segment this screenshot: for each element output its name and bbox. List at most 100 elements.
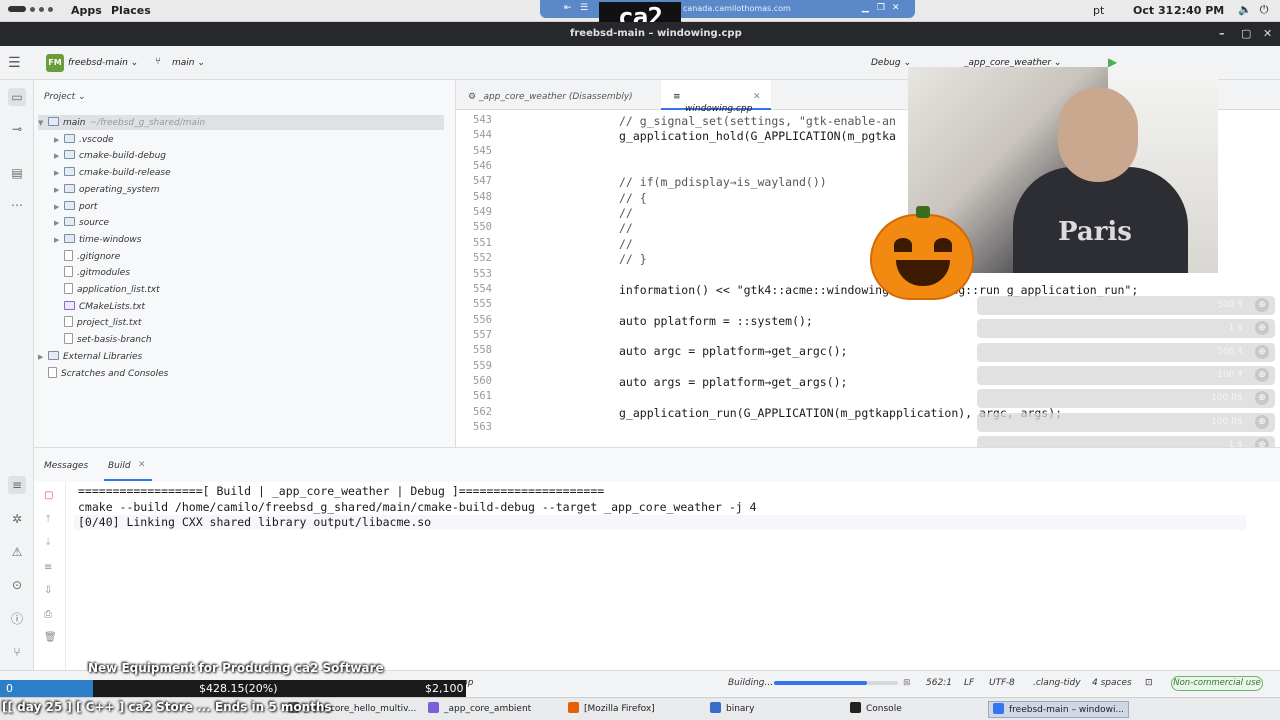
code-line[interactable]: g_application_hold(G_APPLICATION(m_pgtka (619, 129, 896, 143)
clock[interactable]: 2:40 PM (1174, 4, 1224, 17)
chevron-right-icon[interactable]: ▶ (54, 182, 64, 198)
tree-item-label: set-basis-branch (77, 335, 152, 346)
code-line[interactable]: auto argc = pplatform→get_argc(); (619, 344, 847, 358)
taskbar-item[interactable]: binary (710, 701, 754, 718)
project-panel-header[interactable]: Project ⌄ (44, 92, 86, 102)
tree-item[interactable]: .gitmodules (54, 265, 130, 281)
pin-icon[interactable]: ⇤ (564, 3, 572, 13)
tree-item[interactable]: ▶ port (54, 199, 97, 215)
minimize-icon[interactable]: ▁ (862, 3, 869, 13)
chevron-down-icon[interactable]: ▼ (38, 115, 48, 131)
close-tab-icon[interactable]: ✕ (753, 92, 761, 102)
tree-item[interactable]: ▶ cmake-build-release (54, 165, 171, 181)
hamburger-menu-icon[interactable]: ☰ (8, 55, 21, 71)
close-icon[interactable]: ✕ (1263, 27, 1272, 40)
tree-item[interactable]: ▶ time-windows (54, 232, 141, 248)
minimize-icon[interactable]: – (1219, 27, 1225, 40)
info-tool-icon[interactable]: ⓘ (8, 610, 26, 628)
chevron-right-icon[interactable]: ▶ (54, 148, 64, 164)
caret-position[interactable]: 562:1 (926, 678, 952, 688)
tree-item[interactable]: set-basis-branch (54, 332, 152, 348)
project-selector[interactable]: freebsd-main ⌄ (68, 58, 138, 68)
git-tool-icon[interactable]: ⑂ (8, 643, 26, 661)
code-line[interactable]: // if(m_pdisplay→is_wayland()) (619, 175, 827, 189)
lock-icon[interactable]: ⊡ (1145, 678, 1153, 688)
messages-tool-icon[interactable]: ≡ (8, 476, 26, 494)
chevron-right-icon[interactable]: ▶ (38, 349, 48, 365)
tree-item[interactable]: ▶ source (54, 215, 109, 231)
tree-item[interactable]: CMakeLists.txt (54, 299, 145, 315)
tab-disassembly[interactable]: ⚙ _app_core_weather (Disassembly) (468, 92, 633, 102)
structure-tool-icon[interactable]: ▤ (8, 164, 26, 182)
building-label[interactable]: Building... (728, 678, 773, 688)
down-icon[interactable]: ↓ (44, 537, 52, 548)
code-line[interactable]: // } (619, 252, 647, 266)
chevron-right-icon[interactable]: ▶ (54, 132, 64, 148)
system-tray[interactable]: 🔈 ⏻ (1238, 3, 1268, 17)
taskbar-item[interactable]: _app_core_ambient (428, 701, 531, 718)
print-icon[interactable]: ⎙ (44, 609, 52, 620)
workspace-indicator[interactable] (8, 6, 53, 12)
places-menu[interactable]: Places (111, 4, 151, 17)
up-icon[interactable]: ↑ (44, 514, 52, 525)
problems-tool-icon[interactable]: ⚠ (8, 543, 26, 561)
taskbar-item[interactable]: [Mozilla Firefox] (568, 701, 655, 718)
line-separator[interactable]: LF (964, 678, 974, 688)
tab-windowing-cpp[interactable]: ≡ windowing.cpp ✕ (661, 80, 771, 114)
chevron-right-icon[interactable]: ▶ (54, 215, 64, 231)
remote-host-label: canada.camilothomas.com (683, 4, 791, 13)
commit-tool-icon[interactable]: ⊸ (8, 120, 26, 138)
project-tool-icon[interactable]: ▭ (8, 88, 26, 106)
file-encoding[interactable]: UTF-8 (989, 678, 1015, 688)
tab-messages[interactable]: Messages (44, 461, 88, 471)
power-icon[interactable]: ⏻ (1260, 3, 1269, 17)
tree-item[interactable]: ▶ operating_system (54, 182, 159, 198)
chevron-right-icon[interactable]: ▶ (54, 165, 64, 181)
code-line[interactable]: // (619, 221, 633, 235)
date-label[interactable]: Oct 31 (1133, 4, 1173, 17)
taskbar-item[interactable]: freebsd-main – windowi... (988, 701, 1130, 718)
tree-item[interactable]: ▼ main ~/freebsd_g_shared/main (38, 115, 205, 131)
close-build-tab-icon[interactable]: ✕ (138, 460, 146, 470)
donation-amount: 1 $ (1228, 323, 1243, 334)
stop-icon[interactable]: ▢ (44, 490, 53, 501)
code-line[interactable]: auto pplatform = ::system(); (619, 314, 813, 328)
license-badge[interactable]: Non-commercial use (1171, 676, 1263, 691)
maximize-icon[interactable]: ▢ (1241, 27, 1251, 40)
linter-status[interactable]: .clang-tidy (1033, 678, 1081, 688)
close-icon[interactable]: ✕ (892, 3, 900, 13)
build-output[interactable]: ==================[ Build | _app_core_we… (78, 484, 757, 531)
code-line[interactable]: auto args = pplatform→get_args(); (619, 375, 847, 389)
debug-tool-icon[interactable]: ✲ (8, 510, 26, 528)
tree-item[interactable]: application_list.txt (54, 282, 160, 298)
tree-item[interactable]: ▶ cmake-build-debug (54, 148, 166, 164)
line-number: 561 (473, 390, 492, 403)
tree-item[interactable]: .gitignore (54, 249, 120, 265)
tree-item[interactable]: ▶ .vscode (54, 132, 114, 148)
code-line[interactable]: // g_signal_set(settings, "gtk-enable-an (619, 114, 896, 128)
restore-icon[interactable]: ❐ (877, 3, 885, 13)
tree-item[interactable]: Scratches and Consoles (38, 366, 168, 382)
tab-build[interactable]: Build (108, 461, 131, 471)
indent-setting[interactable]: 4 spaces (1092, 678, 1132, 688)
more-tools-icon[interactable]: ⋯ (8, 196, 26, 214)
tree-item[interactable]: ▶ External Libraries (38, 349, 142, 365)
keyboard-layout[interactable]: pt (1093, 4, 1104, 17)
soft-wrap-icon[interactable]: ≡ (44, 562, 52, 573)
trash-icon[interactable]: 🗑 (44, 632, 57, 643)
volume-icon[interactable]: 🔈 (1238, 3, 1252, 17)
cancel-build-icon[interactable]: ⊠ (903, 678, 911, 688)
branch-selector[interactable]: main ⌄ (172, 58, 205, 68)
code-line[interactable]: // (619, 237, 633, 251)
scroll-to-end-icon[interactable]: ⇩ (44, 585, 52, 596)
menu-icon[interactable]: ☰ (580, 3, 588, 13)
services-tool-icon[interactable]: ⊙ (8, 576, 26, 594)
code-line[interactable]: // (619, 206, 633, 220)
tree-item[interactable]: project_list.txt (54, 315, 141, 331)
apps-menu[interactable]: Apps (71, 4, 102, 17)
build-config-selector[interactable]: Debug ⌄ (871, 58, 911, 68)
taskbar-item[interactable]: Console (850, 701, 902, 718)
code-line[interactable]: // { (619, 191, 647, 205)
chevron-right-icon[interactable]: ▶ (54, 199, 64, 215)
chevron-right-icon[interactable]: ▶ (54, 232, 64, 248)
